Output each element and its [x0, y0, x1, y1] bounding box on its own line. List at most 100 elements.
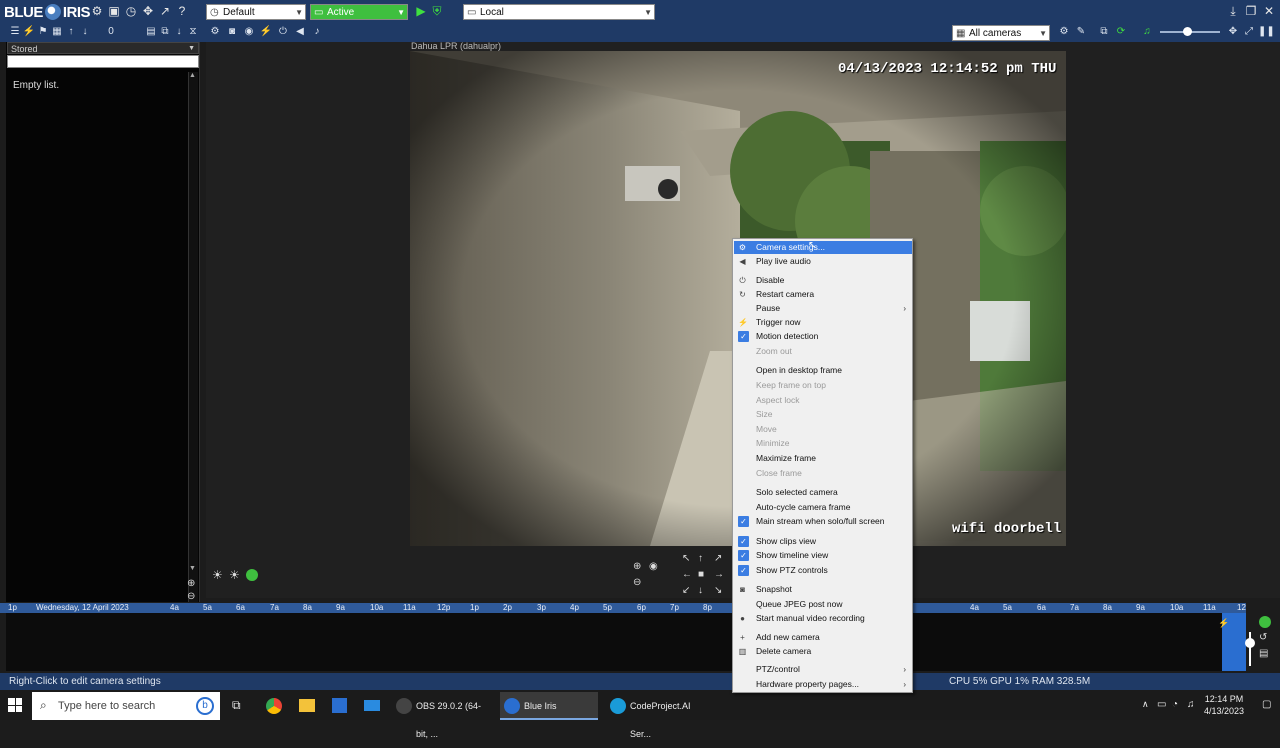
profile-select[interactable]: ◷ Default ▼ — [206, 4, 306, 20]
fullscreen-icon[interactable]: ⤢ — [1242, 25, 1256, 39]
context-menu-item[interactable]: Pause › — [734, 302, 912, 315]
context-menu-item[interactable]: ✓ Show timeline view — [734, 549, 912, 562]
mail-icon[interactable] — [364, 700, 380, 711]
contrast-icon[interactable]: ☀ — [229, 568, 240, 582]
ptz-up-icon[interactable]: ↑ — [698, 553, 703, 564]
volume-icon[interactable]: ♫ — [1140, 25, 1154, 39]
zero-icon[interactable]: 0 — [104, 25, 118, 39]
lightning-icon[interactable]: ⚡ — [22, 25, 36, 39]
context-menu-item[interactable]: ◀ Play live audio — [734, 255, 912, 268]
move-icon[interactable]: ✥ — [141, 4, 155, 18]
context-menu-item[interactable]: ✓ Main stream when solo/full screen — [734, 515, 912, 528]
context-menu-item[interactable]: ⚡ Trigger now — [734, 316, 912, 329]
gear-icon[interactable]: ⚙ — [1057, 25, 1071, 39]
live-status-icon[interactable] — [1259, 616, 1271, 628]
ptz-up-right-icon[interactable]: ↗ — [714, 553, 722, 564]
context-menu-item[interactable]: ⚙ Camera settings... — [734, 241, 912, 254]
context-menu-item[interactable]: + Add new camera — [734, 631, 912, 644]
edit-icon[interactable]: ✎ — [1074, 25, 1088, 39]
volume-tray-icon[interactable]: ♫ — [1187, 699, 1195, 710]
tray-chevron-icon[interactable]: ∧ — [1142, 699, 1149, 710]
power-icon[interactable]: ⏻ — [276, 25, 290, 39]
context-menu-item[interactable]: ● Start manual video recording — [734, 612, 912, 625]
context-menu-item[interactable]: PTZ/control › — [734, 663, 912, 676]
context-menu-item[interactable]: Hardware property pages... › — [734, 678, 912, 691]
trigger-icon[interactable]: ⚡ — [259, 25, 273, 39]
context-menu-item[interactable]: Maximize frame — [734, 452, 912, 465]
pause-icon[interactable]: ❚❚ — [1258, 25, 1275, 39]
network-icon[interactable]: ▭ — [1157, 699, 1166, 710]
list-view-icon[interactable]: ☰ — [8, 25, 22, 39]
restore-window-icon[interactable]: ❐ — [1244, 4, 1258, 18]
ptz-up-left-icon[interactable]: ↖ — [682, 553, 690, 564]
server-select[interactable]: ▭ Local ▼ — [463, 4, 655, 20]
brightness-icon[interactable]: ☀ — [212, 568, 223, 582]
wifi-icon[interactable]: ◔ — [1172, 699, 1178, 710]
volume-slider-handle[interactable] — [1183, 27, 1192, 36]
play-icon[interactable]: ▶ — [414, 4, 428, 18]
ptz-home-icon[interactable]: ■ — [698, 569, 704, 580]
notification-icon[interactable]: ▢ — [1262, 699, 1271, 710]
status-ok-icon[interactable] — [246, 569, 258, 581]
speaker-icon[interactable]: ◀ — [293, 25, 307, 39]
context-menu-item[interactable]: ▥ Delete camera — [734, 645, 912, 658]
taskbar-search-input[interactable]: Type here to search — [32, 692, 220, 720]
shield-icon[interactable]: ⛨ — [430, 4, 444, 18]
zoom-out-icon[interactable]: ⊖ — [633, 577, 641, 588]
close-icon[interactable]: ✕ — [1262, 4, 1276, 18]
context-menu-item[interactable]: ✓ Show PTZ controls — [734, 564, 912, 577]
camera-group-select[interactable]: ▦ All cameras ▼ — [952, 25, 1050, 41]
ptz-right-icon[interactable]: → — [714, 569, 724, 580]
timeline-zoom-handle[interactable] — [1245, 638, 1255, 648]
ptz-left-icon[interactable]: ← — [682, 569, 692, 580]
clips-filter-select[interactable]: Stored ▼ — [7, 42, 199, 54]
zoom-out-icon[interactable]: ⊖ — [187, 591, 195, 602]
scroll-up-icon[interactable]: ▲ — [189, 72, 196, 79]
download-arrow-icon[interactable]: ↓ — [78, 25, 92, 39]
taskbar-app[interactable]: Blue Iris — [500, 692, 598, 720]
context-menu-item[interactable]: ◙ Snapshot — [734, 583, 912, 596]
gear-icon[interactable]: ⚙ — [90, 4, 104, 18]
context-menu-item[interactable]: ⏻ Disable — [734, 274, 912, 287]
clock-icon[interactable]: ◷ — [124, 4, 138, 18]
upload-icon[interactable]: ↑ — [64, 25, 78, 39]
context-menu-item[interactable]: ↻ Restart camera — [734, 288, 912, 301]
ptz-down-right-icon[interactable]: ↘ — [714, 585, 722, 596]
scroll-down-icon[interactable]: ▼ — [189, 565, 196, 572]
ptz-down-icon[interactable]: ↓ — [698, 585, 703, 596]
copy-icon[interactable]: ⧉ — [1097, 25, 1111, 39]
ptz-down-left-icon[interactable]: ↙ — [682, 585, 690, 596]
snapshot-icon[interactable]: ◙ — [225, 25, 239, 39]
state-select[interactable]: ▭ Active ▼ — [310, 4, 408, 20]
film-icon[interactable]: ▣ — [107, 4, 121, 18]
task-view-icon[interactable]: ⧉ — [232, 698, 241, 713]
context-menu-item[interactable]: ✓ Motion detection — [734, 330, 912, 343]
clips-scrollbar[interactable] — [188, 72, 198, 602]
context-menu-item[interactable]: Solo selected camera — [734, 486, 912, 499]
context-menu-item[interactable]: Auto-cycle camera frame — [734, 501, 912, 514]
arrow-down-icon[interactable]: ↓ — [172, 25, 186, 39]
eye-icon[interactable]: ◉ — [649, 561, 658, 572]
grid-icon[interactable]: ▦ — [50, 25, 64, 39]
zoom-in-icon[interactable]: ⊕ — [187, 578, 195, 589]
refresh-icon[interactable]: ⟳ — [1114, 25, 1128, 39]
zoom-in-icon[interactable]: ⊕ — [633, 561, 641, 572]
move-icon[interactable]: ✥ — [1226, 25, 1240, 39]
context-menu-item[interactable]: Open in desktop frame — [734, 364, 912, 377]
clips-search-input[interactable] — [7, 55, 199, 68]
flag-icon[interactable]: ⚑ — [36, 25, 50, 39]
download-icon[interactable]: ⤓ — [1226, 4, 1240, 18]
filter-icon[interactable]: ⧖ — [186, 25, 200, 39]
taskbar-app[interactable]: OBS 29.0.2 (64-bit, ... — [392, 692, 490, 739]
undo-icon[interactable]: ↺ — [1259, 632, 1267, 643]
chrome-icon[interactable] — [266, 698, 282, 714]
timeline-track[interactable] — [6, 613, 1246, 671]
record-icon[interactable]: ◉ — [242, 25, 256, 39]
help-icon[interactable]: ? — [175, 4, 189, 18]
taskbar-app[interactable]: CodeProject.AI Ser... — [606, 692, 706, 739]
chart-icon[interactable]: ↗ — [158, 4, 172, 18]
context-menu-item[interactable]: ✓ Show clips view — [734, 535, 912, 548]
bing-icon[interactable]: b — [196, 697, 214, 715]
calendar-icon[interactable]: ▤ — [1259, 648, 1268, 659]
file-explorer-icon[interactable] — [299, 699, 315, 712]
